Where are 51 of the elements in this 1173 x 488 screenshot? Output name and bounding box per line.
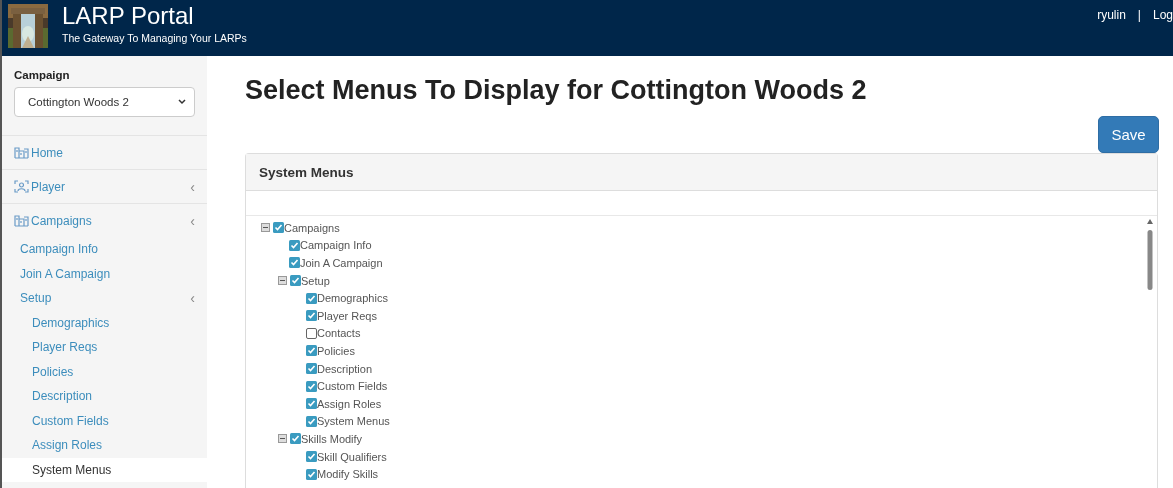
chevron-down-icon [178,99,186,105]
tree-item-label[interactable]: Custom Fields [317,380,388,393]
campaign-select[interactable]: Cottington Woods 2 [14,87,195,117]
checkbox[interactable] [289,257,300,269]
tree-item-label[interactable]: Join A Campaign [300,257,383,269]
tree-item-label[interactable]: Modify Skills [317,468,379,481]
app-title: LARP Portal [62,3,195,29]
save-button[interactable]: Save [1098,116,1159,153]
tree-item-label[interactable]: Description [317,362,373,375]
checkbox[interactable] [306,327,317,339]
panel-heading: System Menus [246,154,1157,191]
checkbox[interactable] [306,292,317,304]
checkbox[interactable] [290,275,301,287]
campaign-label: Campaign [14,69,71,81]
logout-link[interactable]: Log [1152,8,1173,22]
separator: | [1137,8,1141,22]
tree-item-label[interactable]: Skills Modify [301,432,363,445]
checkbox[interactable] [306,310,317,322]
page-title: Select Menus To Display for Cottington Woods 2 [245,74,868,106]
checkbox[interactable] [306,345,317,357]
tree-item-label[interactable]: Campaign Info [300,239,372,252]
tree-item-label[interactable]: Player Reqs [317,309,377,322]
checkbox[interactable] [289,239,300,251]
building-icon [14,146,29,159]
tree-item-label[interactable]: Campaigns [284,221,340,234]
checkbox[interactable] [306,468,317,480]
sidebar-item[interactable]: Setup ‹ [2,286,207,311]
tree-item-label[interactable]: Demographics [317,292,388,305]
tree-item-label[interactable]: Contacts [317,327,361,340]
checkbox[interactable] [273,222,284,234]
app-subtitle: The Gateway To Managing Your LARPs [62,32,247,44]
collapse-icon[interactable] [278,434,287,444]
person-icon [14,180,29,193]
checkbox[interactable] [306,451,317,462]
checkbox[interactable] [306,380,317,392]
collapse-icon[interactable] [278,276,287,286]
sidebar-item[interactable]: Custom Fields [2,408,207,433]
username-link[interactable]: ryulin [1097,8,1126,22]
tree-item-label[interactable]: Policies [317,344,355,357]
building-icon [14,214,29,227]
checkbox[interactable] [290,433,301,445]
checkbox[interactable] [306,415,317,427]
tree-item-label[interactable]: System Menus [317,415,390,428]
checkbox[interactable] [306,398,317,410]
sidebar-item[interactable]: System Menus [2,457,207,482]
tree-item-label[interactable]: Setup [301,274,330,287]
tree-item-label[interactable]: Assign Roles [317,397,382,410]
collapse-icon[interactable] [261,223,270,233]
checkbox[interactable] [306,363,317,375]
scrollbar-drawing[interactable] [1146,218,1154,290]
tree-item-label[interactable]: Skill Qualifiers [317,450,387,463]
